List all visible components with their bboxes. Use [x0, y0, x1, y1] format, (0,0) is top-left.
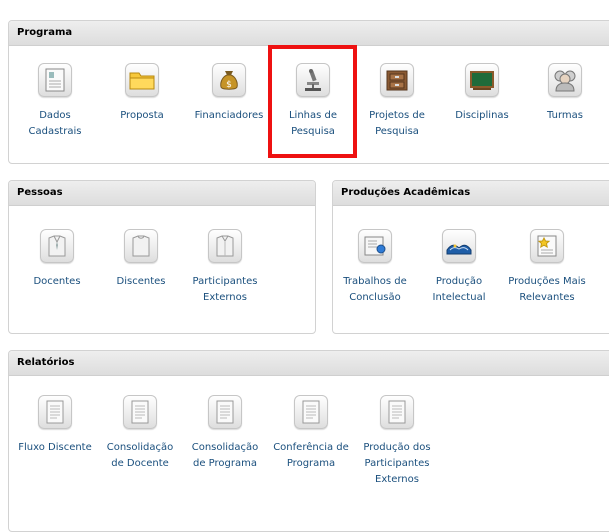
- programa-panel: Programa Dados Cadastrais Proposta $ Fin…: [8, 20, 609, 164]
- certificate-icon: [358, 229, 392, 263]
- document-icon: [38, 63, 72, 97]
- disciplinas-label: Disciplinas: [455, 110, 509, 121]
- participant-icon: [208, 229, 242, 263]
- svg-text:$: $: [226, 80, 232, 90]
- pessoas-panel: Pessoas Docentes Discentes Participantes…: [8, 180, 316, 334]
- consolidacao-de-programa-link[interactable]: Consolidação de Programa: [183, 395, 267, 472]
- producao-intelectual-label: Produção Intelectual: [432, 276, 486, 303]
- student-icon: [124, 229, 158, 263]
- group-icon: [548, 63, 582, 97]
- producao-intelectual-link[interactable]: Produção Intelectual: [417, 229, 501, 306]
- docentes-link[interactable]: Docentes: [15, 229, 99, 290]
- financiadores-link[interactable]: $ Financiadores: [187, 63, 271, 124]
- pessoas-title: Pessoas: [9, 181, 315, 206]
- producoes-title: Produções Acadêmicas: [333, 181, 609, 206]
- conferencia-de-programa-link[interactable]: Conferência de Programa: [269, 395, 353, 472]
- trabalhos-de-conclusao-link[interactable]: Trabalhos de Conclusão: [333, 229, 417, 306]
- open-book-icon: [442, 229, 476, 263]
- producao-dos-participantes-externos-link[interactable]: Produção dos Participantes Externos: [355, 395, 439, 488]
- relatorios-panel: Relatórios Fluxo Discente Consolidação d…: [8, 350, 609, 532]
- projetos-de-pesquisa-label: Projetos de Pesquisa: [369, 110, 425, 137]
- producoes-mais-relevantes-link[interactable]: Produções Mais Relevantes: [505, 229, 589, 306]
- producao-dos-participantes-externos-label: Produção dos Participantes Externos: [363, 442, 431, 485]
- teacher-icon: [40, 229, 74, 263]
- financiadores-label: Financiadores: [194, 110, 264, 121]
- relatorios-title: Relatórios: [9, 351, 609, 376]
- report-icon: [294, 395, 328, 429]
- conferencia-de-programa-label: Conferência de Programa: [273, 442, 349, 469]
- chalkboard-icon: [465, 63, 499, 97]
- report-icon: [380, 395, 414, 429]
- star-document-icon: [530, 229, 564, 263]
- dados-cadastrais-label: Dados Cadastrais: [28, 110, 82, 137]
- consolidacao-de-docente-label: Consolidação de Docente: [106, 442, 174, 469]
- turmas-label: Turmas: [547, 110, 583, 121]
- participantes-externos-label: Participantes Externos: [192, 276, 258, 303]
- programa-title: Programa: [9, 21, 609, 46]
- docentes-label: Docentes: [33, 276, 81, 287]
- report-icon: [123, 395, 157, 429]
- participantes-externos-link[interactable]: Participantes Externos: [183, 229, 267, 306]
- discentes-link[interactable]: Discentes: [99, 229, 183, 290]
- discentes-label: Discentes: [116, 276, 166, 287]
- fluxo-discente-link[interactable]: Fluxo Discente: [13, 395, 97, 456]
- projetos-de-pesquisa-link[interactable]: Projetos de Pesquisa: [355, 63, 439, 140]
- proposta-label: Proposta: [120, 110, 164, 121]
- microscope-icon: [296, 63, 330, 97]
- dados-cadastrais-link[interactable]: Dados Cadastrais: [13, 63, 97, 140]
- consolidacao-de-programa-label: Consolidação de Programa: [191, 442, 259, 469]
- consolidacao-de-docente-link[interactable]: Consolidação de Docente: [98, 395, 182, 472]
- trabalhos-de-conclusao-label: Trabalhos de Conclusão: [343, 276, 407, 303]
- report-icon: [38, 395, 72, 429]
- producoes-panel: Produções Acadêmicas Trabalhos de Conclu…: [332, 180, 609, 334]
- money-bag-icon: $: [212, 63, 246, 97]
- disciplinas-link[interactable]: Disciplinas: [440, 63, 524, 124]
- file-cabinet-icon: [380, 63, 414, 97]
- report-icon: [208, 395, 242, 429]
- producoes-mais-relevantes-label: Produções Mais Relevantes: [508, 276, 586, 303]
- turmas-link[interactable]: Turmas: [523, 63, 607, 124]
- folder-icon: [125, 63, 159, 97]
- linhas-de-pesquisa-label: Linhas de Pesquisa: [288, 110, 338, 137]
- fluxo-discente-label: Fluxo Discente: [18, 442, 92, 453]
- linhas-de-pesquisa-link[interactable]: Linhas de Pesquisa: [271, 63, 355, 140]
- proposta-link[interactable]: Proposta: [100, 63, 184, 124]
